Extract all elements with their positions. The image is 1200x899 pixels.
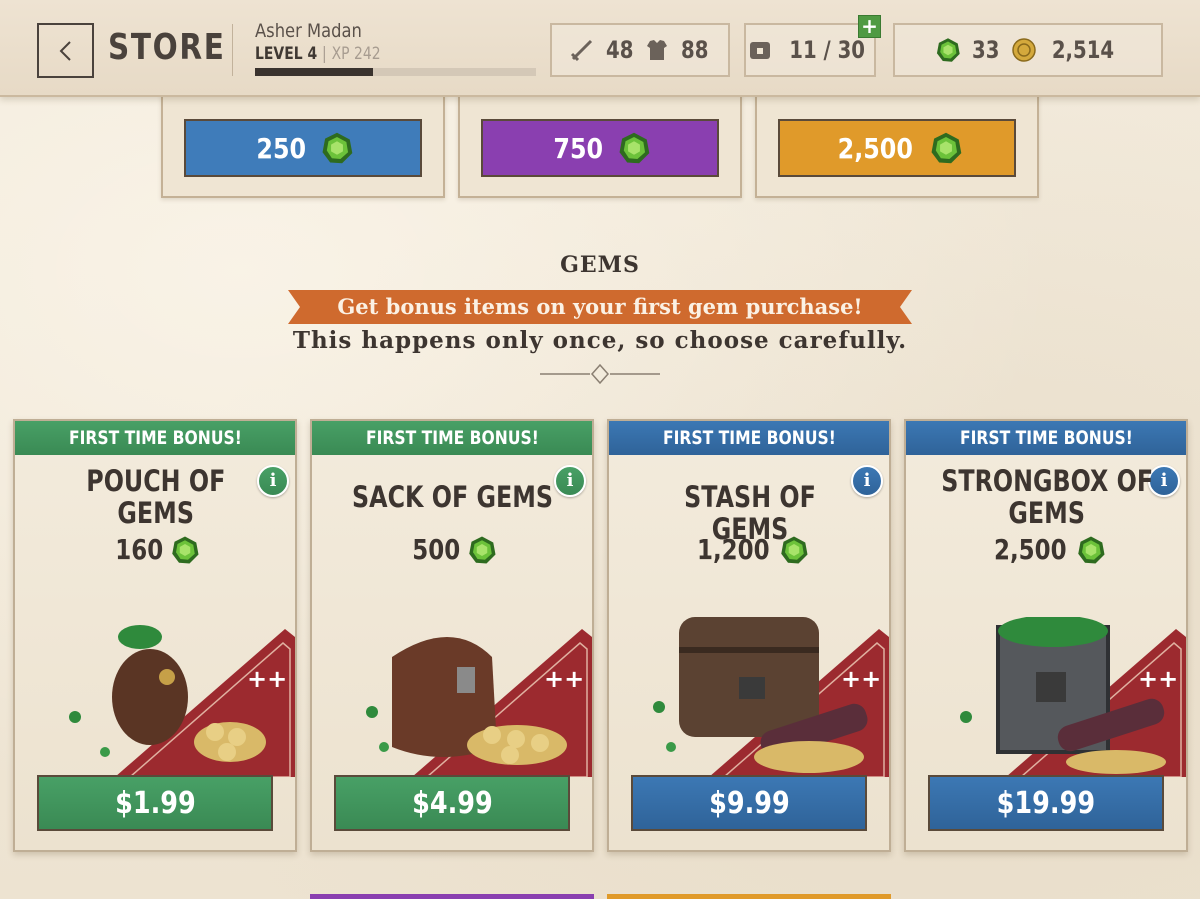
player-name: Asher Madan xyxy=(255,20,362,42)
gem-amount: 1,200 xyxy=(609,533,889,566)
back-button[interactable] xyxy=(37,23,94,78)
level-label: LEVEL 4 xyxy=(255,44,318,64)
upper-offer-amount: 2,500 xyxy=(837,131,913,165)
gem-offer-card[interactable]: FIRST TIME BONUS! i STASH OF GEMS 1,200 … xyxy=(607,419,891,852)
next-row-card-edge xyxy=(607,894,891,899)
first-time-bonus-banner: FIRST TIME BONUS! xyxy=(15,421,295,455)
xp-label: XP 242 xyxy=(331,44,381,64)
first-time-bonus-banner: FIRST TIME BONUS! xyxy=(609,421,889,455)
gem-amount: 500 xyxy=(312,533,592,566)
gems-value: 33 xyxy=(972,36,1000,64)
gem-icon xyxy=(172,536,199,563)
gem-offer-card[interactable]: FIRST TIME BONUS! i STRONGBOX OF GEMS 2,5… xyxy=(904,419,1188,852)
armor-icon xyxy=(647,40,667,60)
buy-button[interactable]: $1.99 xyxy=(37,775,273,831)
gem-icon xyxy=(937,38,961,62)
upper-offer-button[interactable]: 2,500 xyxy=(778,119,1016,177)
gem-offer-card[interactable]: FIRST TIME BONUS! i SACK OF GEMS 500 ++ … xyxy=(310,419,594,852)
bonus-ribbon: Get bonus items on your first gem purcha… xyxy=(288,290,912,324)
upper-offer-amount: 750 xyxy=(553,131,603,165)
buy-button[interactable]: $4.99 xyxy=(334,775,570,831)
attack-value: 48 xyxy=(605,36,633,64)
svg-text:++: ++ xyxy=(1138,665,1178,693)
xp-progress-bar xyxy=(255,68,536,76)
gem-icon xyxy=(322,132,353,164)
offer-name: POUCH OF GEMS xyxy=(86,464,226,530)
combat-stats[interactable]: 48 88 xyxy=(550,23,730,77)
upper-offer-amount: 250 xyxy=(256,131,306,165)
divider-ornament xyxy=(540,363,660,385)
level-separator: | xyxy=(322,44,327,64)
gold-value: 2,514 xyxy=(1051,36,1114,64)
chest-icon xyxy=(749,42,770,59)
top-bar: STORE Asher Madan LEVEL 4 | XP 242 48 88… xyxy=(0,0,1200,97)
svg-text:++: ++ xyxy=(544,665,584,693)
svg-text:++: ++ xyxy=(247,665,287,693)
xp-progress-fill xyxy=(255,68,374,76)
buy-button[interactable]: $19.99 xyxy=(928,775,1164,831)
buy-button[interactable]: $9.99 xyxy=(631,775,867,831)
sword-icon xyxy=(570,39,592,62)
gem-icon xyxy=(1078,536,1105,563)
first-time-bonus-banner: FIRST TIME BONUS! xyxy=(312,421,592,455)
gem-pouch-illustration: ++ xyxy=(69,625,295,777)
section-subtitle: This happens only once, so choose carefu… xyxy=(292,327,908,354)
gem-strongbox-illustration: ++ xyxy=(960,617,1186,777)
ribbon-text: Get bonus items on your first gem purcha… xyxy=(337,294,863,319)
svg-text:++: ++ xyxy=(841,665,881,693)
currency-display[interactable]: 33 2,514 xyxy=(893,23,1163,77)
player-level: LEVEL 4 | XP 242 xyxy=(255,44,381,64)
page-title: STORE xyxy=(108,27,226,68)
gem-icon xyxy=(931,132,962,164)
divider xyxy=(232,24,233,76)
inventory-capacity[interactable]: 11 / 30 xyxy=(744,23,876,77)
offer-name: STRONGBOX OF GEMS xyxy=(941,464,1153,530)
gem-icon xyxy=(781,536,808,563)
offer-name: SACK OF GEMS xyxy=(352,480,554,514)
gold-coin-icon xyxy=(1011,38,1036,62)
next-row-card-edge xyxy=(310,894,594,899)
upper-offer-button[interactable]: 750 xyxy=(481,119,719,177)
first-time-bonus-banner: FIRST TIME BONUS! xyxy=(906,421,1186,455)
add-inventory-button[interactable]: + xyxy=(858,15,881,38)
gem-icon xyxy=(619,132,650,164)
gem-offer-card[interactable]: FIRST TIME BONUS! i POUCH OF GEMS 160 ++ … xyxy=(13,419,297,852)
armor-value: 88 xyxy=(681,36,709,64)
chevron-left-icon xyxy=(59,40,71,61)
gem-chest-illustration: ++ xyxy=(653,617,889,777)
section-title: GEMS xyxy=(560,252,640,278)
gem-sack-illustration: ++ xyxy=(366,629,592,777)
gem-amount: 2,500 xyxy=(906,533,1186,566)
upper-offer-button[interactable]: 250 xyxy=(184,119,422,177)
gem-icon xyxy=(469,536,496,563)
gem-amount: 160 xyxy=(15,533,295,566)
inventory-value: 11 / 30 xyxy=(789,36,865,64)
